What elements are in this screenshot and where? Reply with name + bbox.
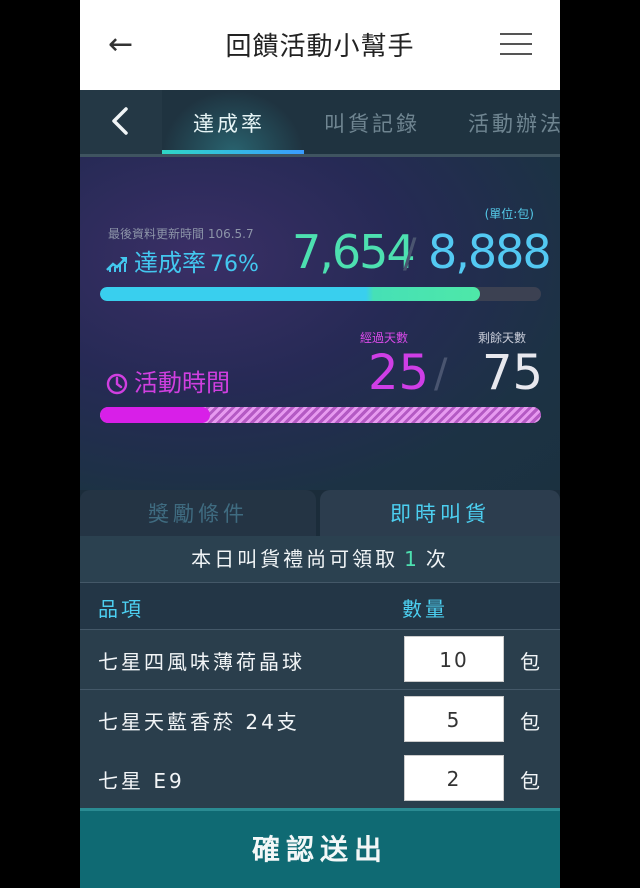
table-row: 七星天藍香菸 24支 5 包 — [80, 690, 560, 750]
quantity-input[interactable]: 5 — [404, 696, 504, 742]
clock-icon — [106, 373, 128, 395]
achievement-progress-bar — [100, 287, 541, 301]
subtab-reward-conditions[interactable]: 獎勵條件 — [80, 490, 316, 536]
confirm-submit-button[interactable]: 確認送出 — [80, 808, 560, 888]
column-header-quantity: 數量 — [402, 597, 448, 621]
chevron-left-icon — [112, 107, 128, 135]
sub-tab-bar: 獎勵條件 即時叫貨 — [80, 490, 560, 536]
activity-time-progress-bar — [100, 407, 541, 423]
item-name: 七星 E9 — [98, 769, 185, 793]
rate-percent: 76% — [210, 252, 259, 277]
column-header-item: 品項 — [98, 597, 144, 621]
days-separator: / — [434, 351, 448, 397]
page-title: 回饋活動小幫手 — [225, 32, 415, 62]
quantity-unit: 包 — [520, 769, 540, 793]
table-row: 七星四風味薄荷晶球 10 包 — [80, 630, 560, 690]
remaining-days: 75 — [482, 345, 544, 401]
phone-screen: ← 回饋活動小幫手 達成率 叫貨記錄 活動辦法 (單位:包) 最後資料更新時間 … — [80, 0, 560, 888]
tab-achievement-rate[interactable]: 達成率 — [193, 108, 265, 138]
app-header: ← 回饋活動小幫手 — [80, 0, 560, 90]
tab-activity-rules[interactable]: 活動辦法 — [468, 108, 560, 138]
tab-order-records[interactable]: 叫貨記錄 — [324, 108, 420, 138]
last-updated-text: 最後資料更新時間 106.5.7 — [108, 227, 254, 241]
trend-up-icon — [106, 257, 127, 272]
time-label-text: 活動時間 — [134, 369, 230, 397]
notice-suffix: 次 — [425, 547, 449, 571]
achieved-count: 7,654 — [292, 225, 416, 279]
gift-notice: 本日叫貨禮尚可領取 1 次 — [80, 536, 560, 583]
item-name: 七星四風味薄荷晶球 — [98, 650, 305, 674]
stats-panel: (單位:包) 最後資料更新時間 106.5.7 達成率 76% 7,654 / 8… — [80, 157, 560, 490]
active-tab-indicator — [162, 150, 304, 154]
tab-bar: 達成率 叫貨記錄 活動辦法 — [80, 90, 560, 157]
elapsed-days-caption: 經過天數 — [360, 331, 409, 345]
achievement-rate-label: 達成率 76% — [106, 243, 259, 278]
quantity-unit: 包 — [520, 710, 540, 734]
table-header: 品項 數量 — [80, 583, 560, 630]
quantity-input[interactable]: 10 — [404, 636, 504, 682]
elapsed-days: 25 — [368, 345, 430, 401]
unit-note: (單位:包) — [484, 207, 534, 221]
remaining-days-caption: 剩餘天數 — [478, 331, 527, 345]
item-name: 七星天藍香菸 24支 — [98, 710, 300, 734]
rate-label-text: 達成率 — [134, 249, 206, 277]
quantity-unit: 包 — [520, 650, 540, 674]
target-count: 8,888 — [428, 225, 552, 279]
subtab-instant-order[interactable]: 即時叫貨 — [320, 490, 560, 536]
activity-time-label: 活動時間 — [106, 363, 230, 398]
hamburger-menu-icon[interactable] — [500, 33, 532, 57]
notice-prefix: 本日叫貨禮尚可領取 — [191, 547, 399, 571]
rate-separator: / — [403, 231, 417, 277]
quantity-input[interactable]: 2 — [404, 755, 504, 801]
table-row: 七星 E9 2 包 — [80, 749, 560, 809]
tab-back-button[interactable] — [80, 90, 162, 154]
achievement-progress-fill — [100, 287, 480, 301]
notice-count: 1 — [404, 547, 420, 571]
activity-time-progress-fill — [100, 407, 211, 423]
